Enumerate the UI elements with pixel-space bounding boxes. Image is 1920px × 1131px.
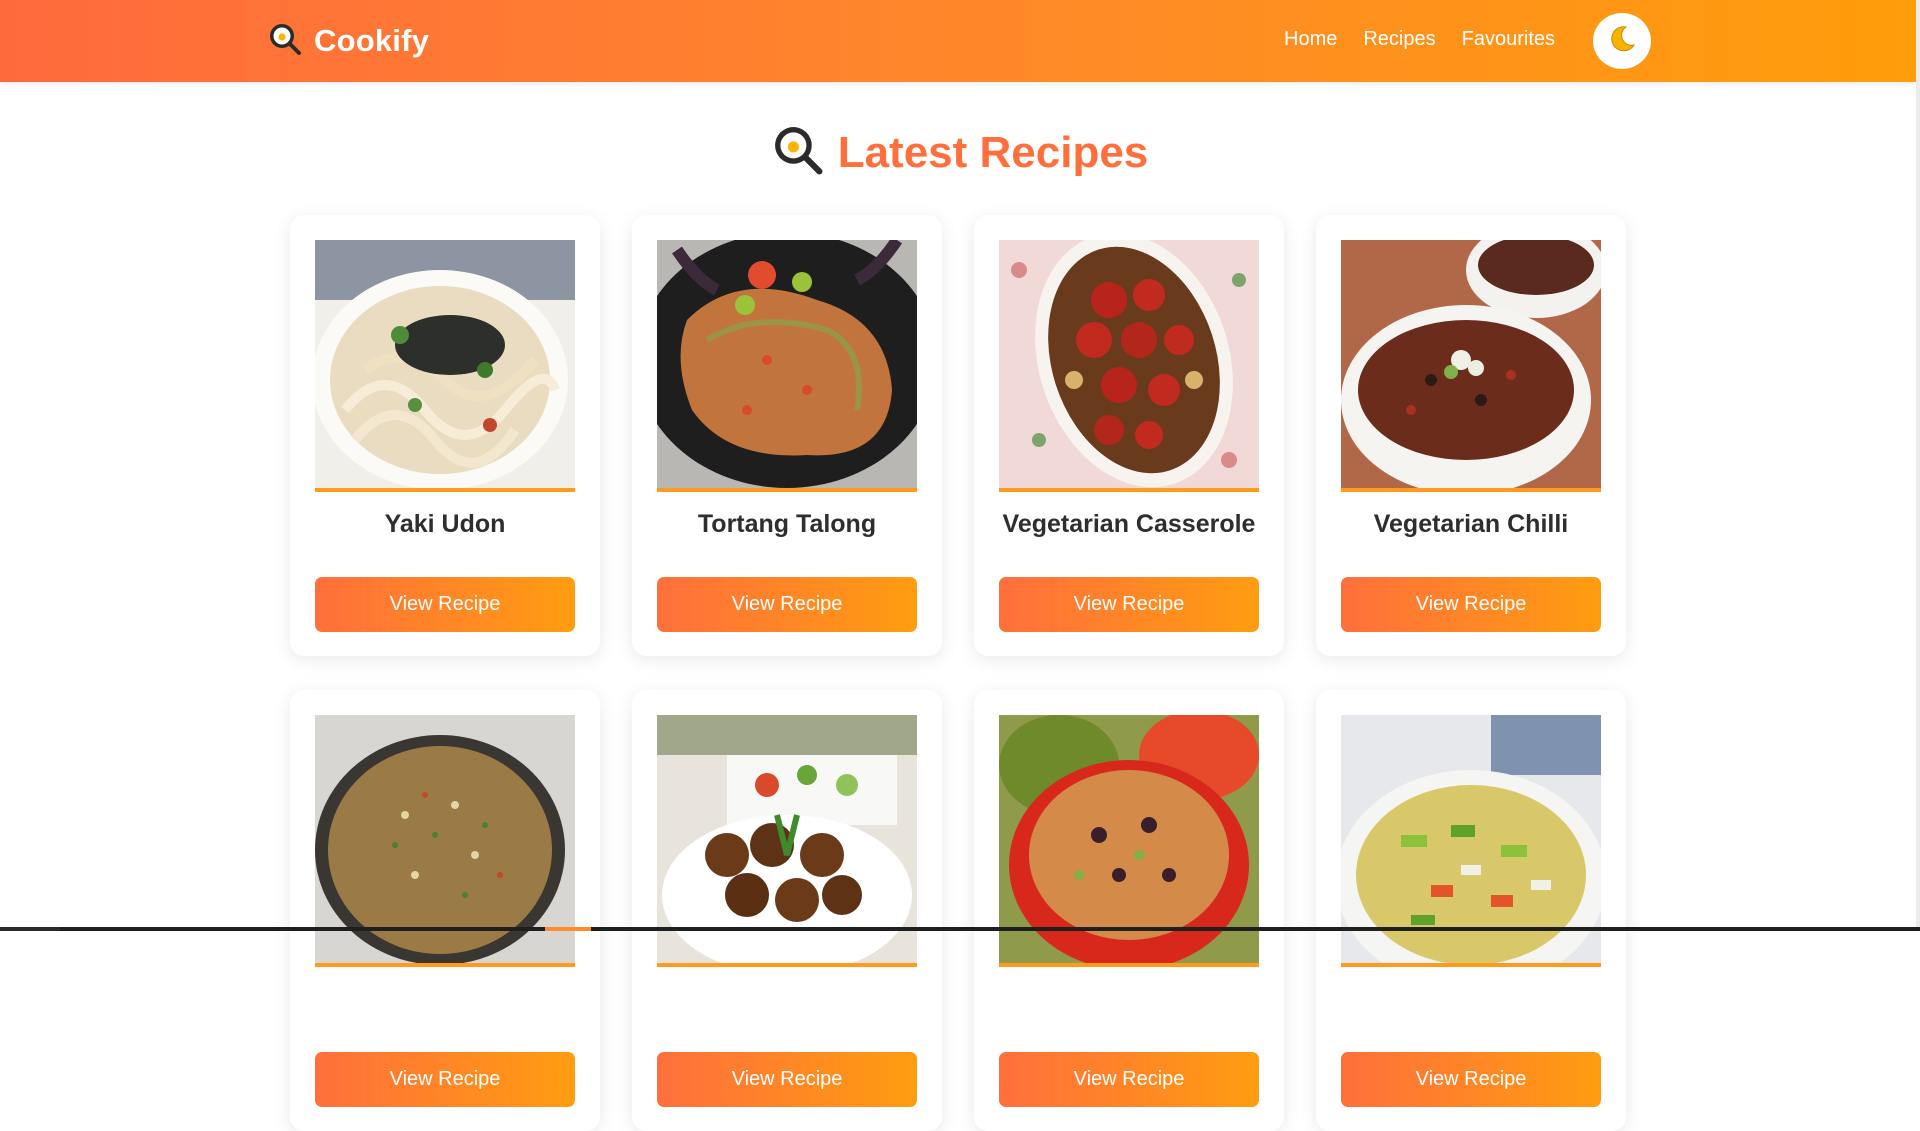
view-recipe-button[interactable]: View Recipe bbox=[999, 577, 1259, 632]
tortang-talong-image[interactable] bbox=[657, 240, 917, 492]
recipe-grid: Yaki Udon View Recipe Tortang Talong Vie… bbox=[290, 215, 1626, 1131]
recipe-title bbox=[315, 985, 575, 1019]
frying-pan-egg-icon bbox=[268, 22, 302, 61]
vegetarian-chilli-image[interactable] bbox=[1341, 240, 1601, 492]
recipe-card: View Recipe bbox=[632, 690, 942, 1131]
brand-name: Cookify bbox=[314, 23, 430, 58]
page-title: Latest Recipes bbox=[837, 127, 1149, 177]
vegetarian-casserole-image[interactable] bbox=[999, 240, 1259, 492]
page-edge bbox=[1916, 0, 1920, 931]
recipe-title bbox=[657, 985, 917, 1019]
recipe-card: View Recipe bbox=[290, 690, 600, 1131]
recipe-title: Tortang Talong bbox=[697, 510, 877, 538]
recipe-title bbox=[999, 985, 1259, 1019]
recipe-card: Yaki Udon View Recipe bbox=[290, 215, 600, 656]
recipe-card: View Recipe bbox=[974, 690, 1284, 1131]
recipe-title bbox=[1341, 985, 1601, 1019]
navbar: Cookify Home Recipes Favourites bbox=[0, 0, 1920, 82]
view-recipe-button[interactable]: View Recipe bbox=[1341, 1052, 1601, 1107]
nav-links: Home Recipes Favourites bbox=[1284, 28, 1555, 51]
crescent-moon-icon bbox=[1607, 24, 1637, 59]
brand-logo[interactable]: Cookify bbox=[268, 22, 429, 60]
recipe-card: Vegetarian Casserole View Recipe bbox=[974, 215, 1284, 656]
bottom-bar-segment bbox=[545, 927, 591, 931]
bottom-bar-segment bbox=[0, 927, 60, 931]
recipe-card: Vegetarian Chilli View Recipe bbox=[1316, 215, 1626, 656]
view-recipe-button[interactable]: View Recipe bbox=[657, 1052, 917, 1107]
recipe-card: View Recipe bbox=[1316, 690, 1626, 1131]
page-heading: Latest Recipes bbox=[0, 124, 1920, 181]
theme-toggle-button[interactable] bbox=[1593, 13, 1651, 69]
nav-link-favourites[interactable]: Favourites bbox=[1462, 28, 1555, 51]
nav-link-recipes[interactable]: Recipes bbox=[1363, 28, 1435, 51]
recipe-title: Yaki Udon bbox=[384, 510, 506, 538]
recipe-title: Vegetarian Casserole bbox=[1002, 510, 1256, 538]
view-recipe-button[interactable]: View Recipe bbox=[999, 1052, 1259, 1107]
frying-pan-egg-icon bbox=[772, 124, 824, 181]
recipe-title: Vegetarian Chilli bbox=[1373, 510, 1569, 538]
view-recipe-button[interactable]: View Recipe bbox=[315, 577, 575, 632]
nav-link-home[interactable]: Home bbox=[1284, 28, 1337, 51]
view-recipe-button[interactable]: View Recipe bbox=[1341, 577, 1601, 632]
bottom-bar bbox=[0, 927, 1920, 931]
view-recipe-button[interactable]: View Recipe bbox=[657, 577, 917, 632]
view-recipe-button[interactable]: View Recipe bbox=[315, 1052, 575, 1107]
recipe-card: Tortang Talong View Recipe bbox=[632, 215, 942, 656]
yaki-udon-image[interactable] bbox=[315, 240, 575, 492]
